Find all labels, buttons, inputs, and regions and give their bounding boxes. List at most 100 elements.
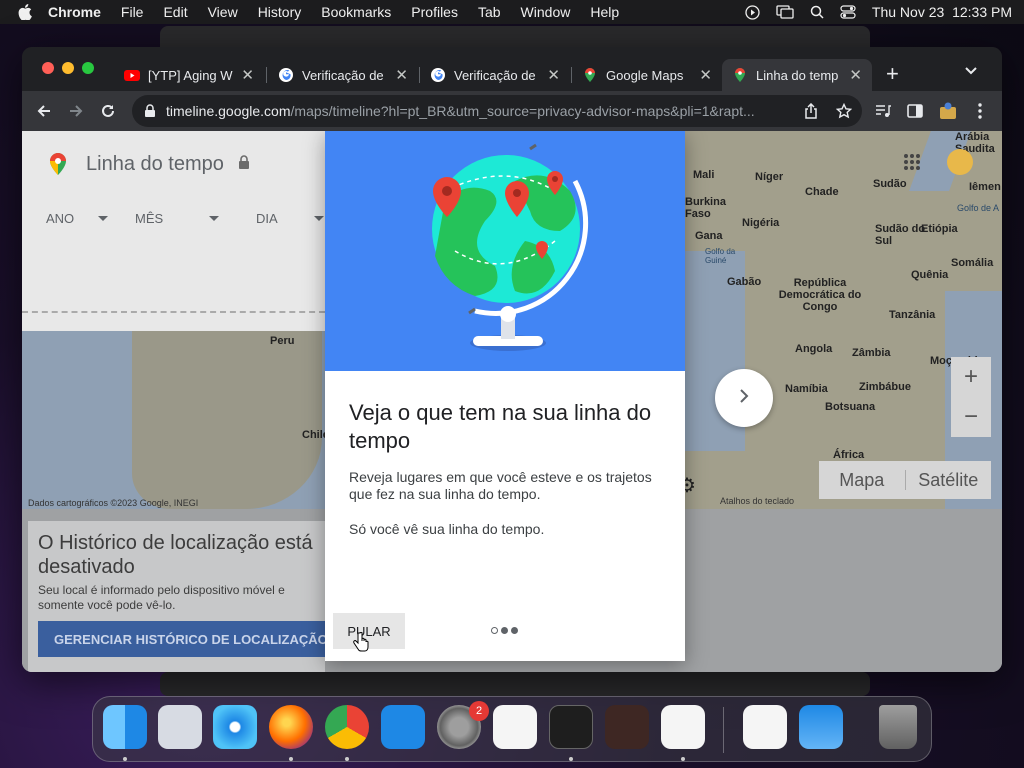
map-area-right[interactable]: Arábia Saudita Mali Níger Chade Sudão Iê… — [685, 131, 1002, 511]
tab-title: Google Maps — [606, 67, 684, 83]
new-tab-button[interactable]: + — [886, 61, 899, 87]
zoom-in-button[interactable]: + — [964, 363, 978, 391]
apps-grid-icon[interactable] — [903, 153, 921, 176]
page-title: Linha do tempo — [86, 153, 224, 175]
weather-icon[interactable] — [799, 705, 843, 749]
dialog-text: Só você vê sua linha do tempo. — [349, 521, 545, 537]
map-label: Nigéria — [742, 217, 780, 229]
close-tab-icon[interactable]: ✕ — [547, 66, 560, 84]
launchpad-icon[interactable] — [158, 705, 202, 749]
chrome-menu-icon[interactable] — [970, 101, 990, 121]
close-tab-icon[interactable]: ✕ — [241, 66, 254, 84]
bookmark-star-icon[interactable] — [834, 101, 854, 121]
avatar[interactable] — [947, 149, 973, 175]
map-label: Níger — [755, 171, 784, 183]
close-window-button[interactable] — [42, 62, 54, 74]
play-icon[interactable] — [745, 4, 760, 20]
tab-linha-do-tempo[interactable]: Linha do temp ✕ — [722, 59, 872, 91]
forward-button[interactable] — [66, 101, 86, 121]
safari-icon[interactable] — [213, 705, 257, 749]
menu-profiles[interactable]: Profiles — [411, 4, 458, 20]
map-label: Peru — [270, 335, 295, 347]
menu-file[interactable]: File — [121, 4, 144, 20]
close-tab-icon[interactable]: ✕ — [699, 66, 712, 84]
chevron-down-icon — [209, 216, 220, 221]
app-store-icon[interactable] — [381, 705, 425, 749]
skip-button[interactable]: PULAR — [333, 613, 405, 649]
finder-icon[interactable] — [103, 705, 147, 749]
manage-history-button[interactable]: GERENCIAR HISTÓRICO DE LOCALIZAÇÃO — [38, 621, 325, 657]
page-dot[interactable] — [501, 627, 508, 634]
map-type-satellite[interactable]: Satélite — [906, 470, 992, 491]
map-label: Mali — [693, 169, 715, 181]
history-title: O Histórico de localização está desativa… — [38, 532, 313, 578]
control-center-icon[interactable] — [840, 5, 856, 19]
map-label: Chade — [805, 186, 839, 198]
menu-window[interactable]: Window — [521, 4, 571, 20]
tab-google-maps[interactable]: Google Maps ✕ — [572, 59, 722, 91]
next-slide-button[interactable] — [715, 369, 773, 427]
close-tab-icon[interactable]: ✕ — [395, 66, 408, 84]
map-label: Botsuana — [825, 401, 876, 413]
search-icon[interactable] — [810, 5, 824, 19]
vscode-icon[interactable] — [661, 705, 705, 749]
garageband-icon[interactable] — [605, 705, 649, 749]
menu-view[interactable]: View — [208, 4, 238, 20]
site-info-icon[interactable] — [144, 104, 156, 118]
map-label: Zimbábue — [859, 381, 911, 393]
address-bar[interactable]: timeline.google.com/maps/timeline?hl=pt_… — [132, 95, 862, 127]
reload-button[interactable] — [98, 101, 118, 121]
media-controls-icon[interactable] — [873, 101, 893, 121]
menu-app-name[interactable]: Chrome — [48, 4, 101, 20]
menu-help[interactable]: Help — [590, 4, 619, 20]
apple-icon[interactable] — [18, 4, 32, 20]
tab-title: Linha do temp — [756, 67, 839, 83]
background-window — [160, 672, 870, 696]
maps-pin-icon — [50, 153, 66, 180]
tab-strip: [YTP] Aging W ✕ Verificação de ✕ Verific… — [22, 47, 1002, 91]
tab-youtube[interactable]: [YTP] Aging W ✕ — [114, 59, 264, 91]
zoom-window-button[interactable] — [82, 62, 94, 74]
map-attribution: Dados cartográficos ©2023 Google, INEGI — [28, 498, 199, 508]
tab-title: Verificação de — [454, 67, 536, 83]
menu-bookmarks[interactable]: Bookmarks — [321, 4, 391, 20]
map-type-map[interactable]: Mapa — [819, 470, 905, 491]
extension-icon[interactable] — [938, 101, 958, 121]
clock-text[interactable]: Thu Nov 23 12:33 PM — [872, 4, 1012, 20]
timeline-side-panel: Linha do tempo ANO MÊS DIA — [22, 131, 325, 331]
close-tab-icon[interactable]: ✕ — [849, 66, 862, 84]
share-icon[interactable] — [801, 101, 821, 121]
minimize-window-button[interactable] — [62, 62, 74, 74]
visual-studio-icon[interactable] — [743, 705, 787, 749]
menu-history[interactable]: History — [258, 4, 302, 20]
running-indicator — [345, 757, 349, 761]
filter-month[interactable]: MÊS — [135, 211, 220, 226]
screen-mirroring-icon[interactable] — [776, 5, 794, 19]
running-indicator — [289, 757, 293, 761]
filter-year[interactable]: ANO — [46, 211, 109, 226]
menu-edit[interactable]: Edit — [163, 4, 187, 20]
keyboard-shortcuts-link[interactable]: Atalhos do teclado — [720, 496, 794, 506]
map-label: Etiópia — [921, 223, 958, 235]
google-icon — [430, 67, 446, 83]
textedit-icon[interactable] — [493, 705, 537, 749]
page-dot[interactable] — [511, 627, 518, 634]
page-dot[interactable] — [491, 627, 498, 634]
filter-label: DIA — [256, 211, 278, 226]
filter-day[interactable]: DIA — [256, 211, 324, 226]
chrome-icon[interactable] — [325, 705, 369, 749]
firefox-icon[interactable] — [269, 705, 313, 749]
terminal-icon[interactable] — [549, 705, 593, 749]
tab-verificacao-2[interactable]: Verificação de ✕ — [420, 59, 570, 91]
menu-tab[interactable]: Tab — [478, 4, 501, 20]
tab-search-icon[interactable] — [964, 63, 978, 81]
notification-badge: 2 — [469, 701, 489, 721]
browser-window: [YTP] Aging W ✕ Verificação de ✕ Verific… — [22, 47, 1002, 672]
tab-verificacao-1[interactable]: Verificação de ✕ — [268, 59, 418, 91]
map-label: Zâmbia — [852, 347, 891, 359]
zoom-out-button[interactable]: − — [964, 403, 978, 431]
side-panel-icon[interactable] — [905, 101, 925, 121]
back-button[interactable] — [34, 101, 54, 121]
map-label: Iêmen — [969, 181, 1001, 193]
trash-icon[interactable] — [879, 705, 917, 749]
